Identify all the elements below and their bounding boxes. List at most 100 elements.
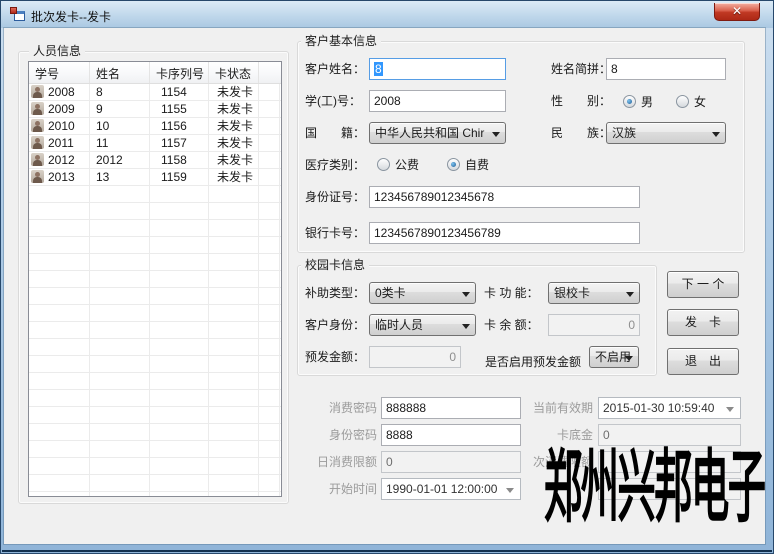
chevron-down-icon — [506, 488, 514, 497]
cell-student-id: 2013 — [48, 169, 92, 186]
nationality-label: 国 籍： — [305, 122, 365, 144]
cell-student-id: 2009 — [48, 101, 92, 118]
validity-value: 2015-01-30 10:59:40 — [603, 401, 714, 415]
person-avatar-icon — [31, 136, 44, 149]
nationality-value: 中华人民共和国 Chir — [375, 126, 484, 140]
table-row[interactable]: 2012 2012 1158 未发卡 — [29, 152, 281, 169]
nationality-select[interactable]: 中华人民共和国 Chir — [369, 122, 506, 144]
validity-label: 当前有效期 — [513, 397, 593, 419]
pinyin-input[interactable]: 8 — [606, 58, 726, 80]
cell-card-status: 未发卡 — [211, 169, 261, 186]
cell-card-serial: 1154 — [152, 84, 211, 101]
medical-public-radio[interactable] — [377, 158, 390, 171]
cell-student-id: 2008 — [48, 84, 92, 101]
card-balance-label: 卡 余 额： — [484, 314, 539, 336]
enable-preissue-label: 是否启用预发金额 — [485, 351, 581, 373]
vendor-watermark: 郑州兴邦电子 — [544, 442, 657, 536]
customer-name-input[interactable]: 8 — [369, 58, 506, 80]
bank-card-label: 银行卡号： — [305, 222, 365, 244]
close-button[interactable]: ✕ — [714, 3, 760, 21]
personnel-table-header: 学号 姓名 卡序列号 卡状态 — [29, 62, 281, 84]
issue-card-button[interactable]: 发 卡 — [667, 309, 739, 336]
gender-male-radio[interactable] — [623, 95, 636, 108]
chevron-down-icon — [626, 292, 634, 301]
table-row[interactable]: 2013 13 1159 未发卡 — [29, 169, 281, 186]
col-header-card-serial[interactable]: 卡序列号 — [150, 62, 209, 83]
medical-self-radio[interactable] — [447, 158, 460, 171]
card-function-select[interactable]: 银校卡 — [548, 282, 640, 304]
campus-card-group-title: 校园卡信息 — [301, 258, 369, 272]
personnel-group-title: 人员信息 — [29, 44, 85, 58]
daily-limit-input[interactable]: 0 — [381, 451, 521, 473]
table-row[interactable]: 2008 8 1154 未发卡 — [29, 84, 281, 101]
col-header-blank[interactable] — [259, 62, 281, 83]
next-button[interactable]: 下 一 个 — [667, 271, 739, 298]
customer-identity-label: 客户身份： — [305, 314, 365, 336]
gender-label: 性 别： — [551, 90, 611, 112]
bank-card-input[interactable]: 1234567890123456789 — [369, 222, 640, 244]
card-balance-input[interactable]: 0 — [548, 314, 640, 336]
window-title: 批次发卡--发卡 — [31, 8, 111, 25]
person-avatar-icon — [31, 170, 44, 183]
start-time-value: 1990-01-01 12:00:00 — [386, 482, 497, 496]
student-id-label: 学(工)号： — [305, 90, 361, 112]
student-id-input[interactable]: 2008 — [369, 90, 506, 112]
customer-identity-select[interactable]: 临时人员 — [369, 314, 476, 336]
medical-public-label: 公费 — [395, 158, 419, 173]
customer-name-label: 客户姓名： — [305, 58, 365, 80]
app-icon[interactable] — [10, 7, 26, 23]
person-avatar-icon — [31, 153, 44, 166]
cell-card-serial: 1155 — [152, 101, 211, 118]
cell-card-serial: 1159 — [152, 169, 211, 186]
daily-limit-label: 日消费限额 — [301, 451, 377, 473]
validity-picker[interactable]: 2015-01-30 10:59:40 — [598, 397, 741, 419]
pinyin-label: 姓名简拼： — [551, 58, 611, 80]
cell-card-serial: 1158 — [152, 152, 211, 169]
cell-card-status: 未发卡 — [211, 101, 261, 118]
cell-card-serial: 1156 — [152, 118, 211, 135]
col-header-student-id[interactable]: 学号 — [29, 62, 90, 83]
ethnic-select[interactable]: 汉族 — [606, 122, 726, 144]
chevron-down-icon — [492, 132, 500, 141]
customer-identity-value: 临时人员 — [375, 318, 423, 332]
id-card-input[interactable]: 123456789012345678 — [369, 186, 640, 208]
cell-name: 11 — [92, 135, 152, 152]
table-row[interactable]: 2011 11 1157 未发卡 — [29, 135, 281, 152]
cell-name: 13 — [92, 169, 152, 186]
cell-name: 9 — [92, 101, 152, 118]
subsidy-value: 0类卡 — [375, 286, 406, 300]
exit-button[interactable]: 退 出 — [667, 348, 739, 375]
cell-student-id: 2011 — [48, 135, 92, 152]
cell-card-status: 未发卡 — [211, 118, 261, 135]
gender-female-radio[interactable] — [676, 95, 689, 108]
personnel-table: 学号 姓名 卡序列号 卡状态 2008 8 1154 未发卡 2009 9 11… — [28, 61, 282, 497]
chevron-down-icon — [625, 356, 633, 365]
identity-password-input[interactable]: 8888 — [381, 424, 521, 446]
preissue-amount-input[interactable]: 0 — [369, 346, 461, 368]
gender-female-label: 女 — [694, 95, 706, 110]
app-icon-red-shape — [10, 7, 17, 14]
card-function-label: 卡 功 能： — [484, 282, 539, 304]
col-header-card-status[interactable]: 卡状态 — [209, 62, 259, 83]
medical-type-label: 医疗类别： — [305, 154, 365, 176]
col-header-name[interactable]: 姓名 — [90, 62, 150, 83]
start-time-picker[interactable]: 1990-01-01 12:00:00 — [381, 478, 521, 500]
title-bar[interactable]: 批次发卡--发卡 — [1, 1, 773, 28]
cell-card-status: 未发卡 — [211, 135, 261, 152]
personnel-table-body: 2008 8 1154 未发卡 2009 9 1155 未发卡 2010 10 … — [29, 84, 281, 496]
cell-name: 8 — [92, 84, 152, 101]
table-row[interactable]: 2010 10 1156 未发卡 — [29, 118, 281, 135]
person-avatar-icon — [31, 102, 44, 115]
cell-name: 2012 — [92, 152, 152, 169]
table-row[interactable]: 2009 9 1155 未发卡 — [29, 101, 281, 118]
person-avatar-icon — [31, 119, 44, 132]
enable-preissue-select[interactable]: 不启用 — [589, 346, 639, 368]
chevron-down-icon — [726, 407, 734, 416]
cell-name: 10 — [92, 118, 152, 135]
chevron-down-icon — [462, 324, 470, 333]
cell-student-id: 2010 — [48, 118, 92, 135]
gender-male-label: 男 — [641, 95, 653, 110]
chevron-down-icon — [712, 132, 720, 141]
subsidy-type-select[interactable]: 0类卡 — [369, 282, 476, 304]
consume-password-input[interactable]: 888888 — [381, 397, 521, 419]
